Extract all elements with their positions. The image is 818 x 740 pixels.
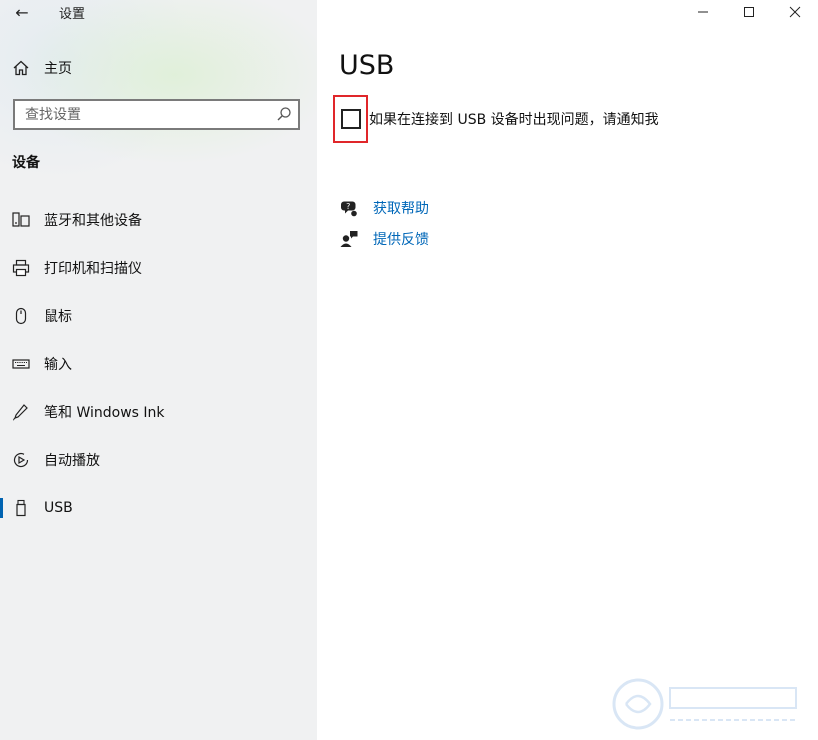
get-help-row: ? 获取帮助 bbox=[340, 198, 429, 218]
sidebar-item-mouse[interactable]: 鼠标 bbox=[0, 292, 317, 340]
sidebar-item-label: USB bbox=[44, 500, 73, 516]
window-controls bbox=[680, 0, 818, 24]
back-arrow-icon: ← bbox=[15, 2, 29, 22]
feedback-icon bbox=[340, 231, 358, 247]
sidebar-item-typing[interactable]: 输入 bbox=[0, 340, 317, 388]
minimize-button[interactable] bbox=[680, 0, 726, 24]
maximize-icon bbox=[744, 7, 754, 17]
mouse-icon bbox=[15, 307, 27, 325]
sidebar-item-label: 主页 bbox=[44, 61, 72, 77]
sidebar-item-label: 鼠标 bbox=[44, 309, 72, 325]
usb-notify-label[interactable]: 如果在连接到 USB 设备时出现问题，请通知我 bbox=[369, 109, 659, 129]
sidebar-item-label: 自动播放 bbox=[44, 453, 100, 469]
page-title: USB bbox=[339, 50, 395, 81]
app-title: 设置 bbox=[59, 7, 86, 22]
autoplay-icon bbox=[13, 453, 29, 468]
usb-notify-checkbox[interactable] bbox=[340, 109, 361, 129]
sidebar-item-autoplay[interactable]: 自动播放 bbox=[0, 436, 317, 484]
sidebar-item-label: 输入 bbox=[44, 357, 72, 373]
search-icon[interactable] bbox=[276, 106, 292, 122]
sidebar-item-home[interactable]: 主页 bbox=[12, 58, 72, 78]
feedback-row: 提供反馈 bbox=[340, 229, 429, 249]
home-icon bbox=[13, 60, 29, 76]
sidebar: ← 设置 主页 设备 蓝牙和其他设备 bbox=[0, 0, 317, 740]
keyboard-icon bbox=[12, 359, 30, 369]
sidebar-nav: 蓝牙和其他设备 打印机和扫描仪 鼠标 输入 笔和 Windows Ink 自动播… bbox=[0, 196, 317, 532]
pen-icon bbox=[13, 404, 28, 421]
feedback-link[interactable]: 提供反馈 bbox=[373, 229, 429, 249]
usb-notify-setting: 如果在连接到 USB 设备时出现问题，请通知我 bbox=[333, 95, 659, 143]
watermark-logo bbox=[612, 678, 797, 730]
close-icon bbox=[789, 6, 801, 18]
sidebar-item-label: 笔和 Windows Ink bbox=[44, 405, 165, 421]
search-input[interactable] bbox=[15, 101, 255, 128]
usb-icon bbox=[16, 499, 26, 517]
close-button[interactable] bbox=[772, 0, 818, 24]
bluetooth-devices-icon bbox=[12, 212, 30, 227]
svg-text:?: ? bbox=[346, 202, 350, 211]
section-header: 设备 bbox=[12, 155, 40, 171]
get-help-link[interactable]: 获取帮助 bbox=[373, 198, 429, 218]
maximize-button[interactable] bbox=[726, 0, 772, 24]
sidebar-item-usb[interactable]: USB bbox=[0, 484, 317, 532]
back-button[interactable]: ← bbox=[10, 2, 34, 22]
printer-icon bbox=[12, 259, 30, 277]
sidebar-item-pen[interactable]: 笔和 Windows Ink bbox=[0, 388, 317, 436]
help-chat-icon: ? bbox=[341, 201, 357, 217]
search-box[interactable] bbox=[13, 99, 300, 130]
sidebar-item-printers[interactable]: 打印机和扫描仪 bbox=[0, 244, 317, 292]
highlight-box bbox=[333, 95, 368, 143]
minimize-icon bbox=[698, 11, 708, 13]
sidebar-item-label: 打印机和扫描仪 bbox=[44, 261, 142, 277]
sidebar-item-label: 蓝牙和其他设备 bbox=[44, 213, 142, 229]
sidebar-item-bluetooth[interactable]: 蓝牙和其他设备 bbox=[0, 196, 317, 244]
